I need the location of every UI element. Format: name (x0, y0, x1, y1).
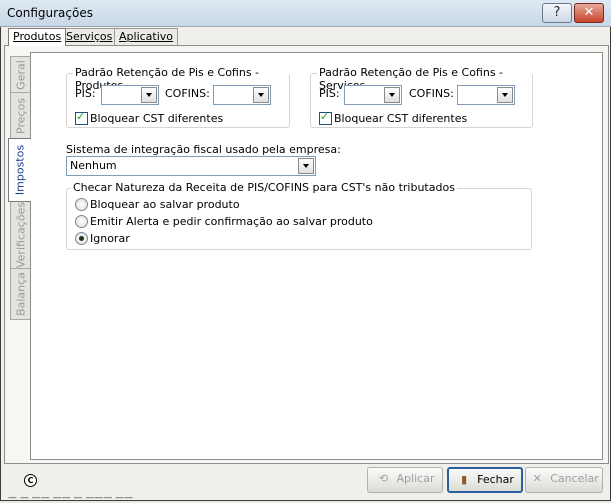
tab-produtos[interactable]: Produtos (8, 28, 67, 46)
fiscal-system-label: Sistema de integração fiscal usado pela … (66, 143, 341, 156)
servicos-pis-select[interactable] (344, 85, 402, 105)
close-label: Fechar (477, 473, 514, 486)
pis-label: PIS: (319, 87, 340, 100)
pis-label: PIS: (75, 87, 96, 100)
side-tab-geral[interactable]: Geral (10, 56, 30, 94)
produtos-block-checkbox[interactable] (75, 110, 88, 125)
cofins-label: COFINS: (165, 87, 210, 100)
side-tab-impostos[interactable]: Impostos (8, 138, 31, 202)
cancel-icon: ✕ (532, 472, 542, 485)
servicos-block-label[interactable]: Bloquear CST diferentes (334, 112, 467, 125)
close-window-button[interactable]: ✕ (574, 3, 604, 23)
produtos-retention-group: Padrão Retenção de Pis e Cofins - Produt… (66, 66, 290, 128)
tab-aplicativo[interactable]: Aplicativo (114, 28, 179, 45)
apply-label: Aplicar (396, 472, 435, 485)
side-tab-precos[interactable]: Preços (10, 92, 30, 140)
natureza-group-title: Checar Natureza da Receita de PIS/COFINS… (71, 181, 457, 194)
radio-ignorar-label[interactable]: Ignorar (90, 232, 130, 245)
produtos-pis-select[interactable] (101, 85, 159, 105)
radio-emitir-alerta[interactable] (75, 215, 88, 228)
produtos-block-label[interactable]: Bloquear CST diferentes (90, 112, 223, 125)
side-tab-verificacoes[interactable]: Verificações (10, 200, 30, 270)
cancel-button[interactable]: ✕ Cancelar (525, 467, 603, 493)
side-tab-balanca[interactable]: Balança (10, 268, 30, 320)
cancel-label: Cancelar (550, 472, 599, 485)
chevron-down-icon[interactable] (253, 87, 269, 103)
impostos-panel: Padrão Retenção de Pis e Cofins - Produt… (30, 52, 603, 460)
radio-ignorar[interactable] (75, 232, 88, 245)
radio-bloquear[interactable] (75, 198, 88, 211)
side-tab-label: Preços (14, 98, 27, 134)
servicos-cofins-select[interactable] (457, 85, 515, 105)
door-icon: ▮ (461, 473, 468, 486)
side-tab-label: Verificações (14, 201, 27, 269)
fiscal-system-select[interactable]: Nenhum (66, 156, 316, 176)
cofins-label: COFINS: (409, 87, 454, 100)
window-title: Configurações (7, 6, 93, 20)
chevron-down-icon[interactable] (384, 87, 400, 103)
title-bar: Configurações ? ✕ (0, 0, 611, 27)
apply-icon: ⟲ (378, 472, 389, 485)
servicos-retention-group: Padrão Retenção de Pis e Cofins - Serviç… (310, 66, 533, 128)
servicos-block-checkbox[interactable] (319, 110, 332, 125)
side-tab-label: Impostos (13, 144, 27, 196)
tab-servicos[interactable]: Serviços (61, 28, 118, 45)
close-button[interactable]: ▮ Fechar (447, 467, 523, 493)
radio-emitir-alerta-label[interactable]: Emitir Alerta e pedir confirmação ao sal… (90, 215, 373, 228)
chevron-down-icon[interactable] (497, 87, 513, 103)
combo-value: Nenhum (70, 159, 117, 172)
chevron-down-icon[interactable] (298, 158, 314, 174)
background-text: — — —— —— — ——— —— (8, 493, 134, 503)
help-icon[interactable]: C (24, 474, 37, 487)
help-button[interactable]: ? (542, 3, 572, 23)
side-tab-label: Balança (14, 272, 27, 316)
chevron-down-icon[interactable] (141, 87, 157, 103)
radio-bloquear-label[interactable]: Bloquear ao salvar produto (90, 198, 240, 211)
natureza-group: Checar Natureza da Receita de PIS/COFINS… (66, 181, 532, 250)
side-tab-label: Geral (14, 60, 27, 90)
produtos-cofins-select[interactable] (213, 85, 271, 105)
apply-button[interactable]: ⟲ Aplicar (367, 467, 443, 493)
